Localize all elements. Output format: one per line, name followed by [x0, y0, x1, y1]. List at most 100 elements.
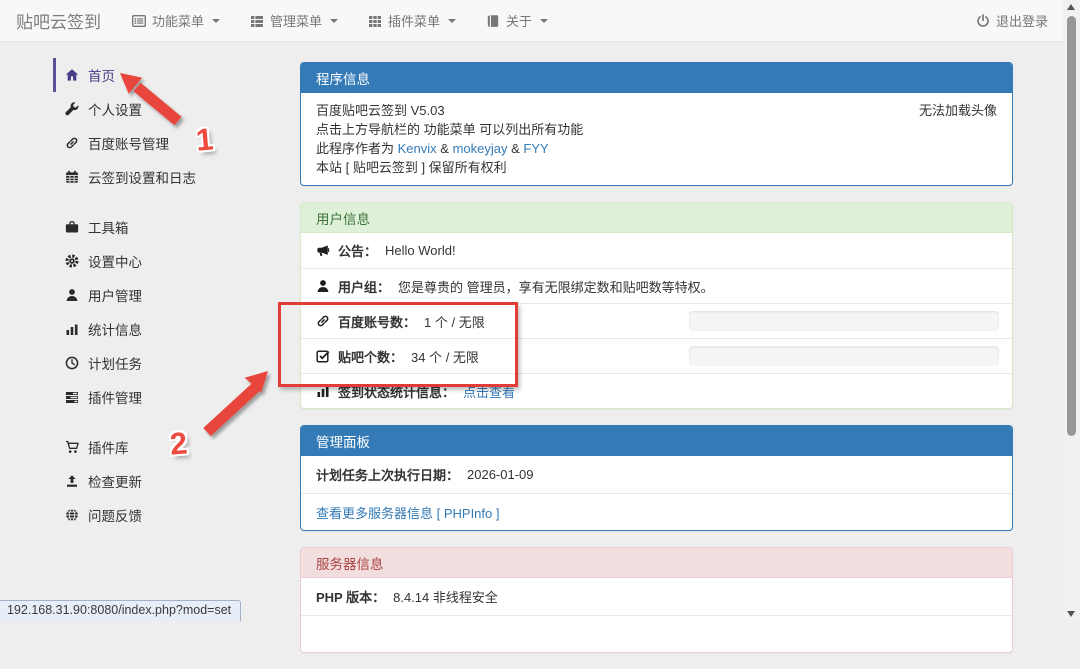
row-label: 公告：: [338, 241, 377, 260]
scrollbar-up-icon[interactable]: [1067, 4, 1075, 10]
sidebar-item-label: 云签到设置和日志: [88, 167, 196, 187]
sidebar-item[interactable]: 用户管理: [53, 278, 288, 312]
caret-down-icon: [212, 19, 220, 23]
sidebar-item-label: 个人设置: [88, 99, 142, 119]
gear-icon: [65, 254, 79, 268]
globe-icon: [65, 508, 79, 522]
scrollbar-down-icon[interactable]: [1067, 611, 1075, 617]
panel-title: 管理面板: [301, 426, 1012, 456]
user-info-row: 用户组： 您是尊贵的 管理员，享有无限绑定数和贴吧数等特权。: [301, 268, 1012, 303]
sidebar-item-label: 首页: [88, 65, 115, 85]
sidebar-item[interactable]: 设置中心: [53, 244, 288, 278]
nav-menus: 功能菜单 管理菜单 插件菜单 关于: [117, 0, 563, 41]
sidebar-item[interactable]: 插件管理: [53, 380, 288, 414]
book-icon: [486, 14, 500, 28]
phpinfo-row: 查看更多服务器信息 [ PHPInfo ]: [301, 493, 1012, 530]
th-icon: [368, 14, 382, 28]
author-link[interactable]: mokeyjay: [453, 141, 508, 156]
panel-title: 程序信息: [301, 63, 1012, 93]
cron-last-run-label: 计划任务上次执行日期：: [316, 465, 459, 484]
sidebar: 首页个人设置百度账号管理云签到设置和日志工具箱设置中心用户管理统计信息计划任务插…: [53, 58, 288, 548]
program-authors-line: 此程序作者为 Kenvix & mokeyjay & FYY: [316, 139, 997, 158]
caret-down-icon: [448, 19, 456, 23]
caret-down-icon: [330, 19, 338, 23]
sidebar-item[interactable]: 百度账号管理: [53, 126, 288, 160]
admin-panel: 管理面板 计划任务上次执行日期： 2026-01-09 查看更多服务器信息 [ …: [300, 425, 1013, 531]
cron-last-run-row: 计划任务上次执行日期： 2026-01-09: [301, 456, 1012, 493]
annotation-step-1: 1: [194, 121, 214, 158]
power-icon: [976, 14, 990, 28]
user-icon: [65, 288, 79, 302]
cart-icon: [65, 440, 79, 454]
annotation-highlight-box: [278, 302, 518, 387]
php-version-label: PHP 版本：: [316, 587, 385, 606]
php-version-row: PHP 版本： 8.4.14 非线程安全: [301, 578, 1012, 615]
upload-icon: [65, 474, 79, 488]
bar-chart-icon: [65, 322, 79, 336]
th-list-icon: [250, 14, 264, 28]
link-icon: [65, 136, 79, 150]
avatar-broken-alt: 无法加载头像: [919, 101, 997, 120]
sidebar-item[interactable]: 计划任务: [53, 346, 288, 380]
php-version-value: 8.4.14 非线程安全: [393, 587, 498, 606]
sidebar-item-label: 检查更新: [88, 471, 142, 491]
scrollbar[interactable]: [1063, 0, 1080, 621]
program-version-line: 百度贴吧云签到 V5.03: [316, 101, 997, 120]
caret-down-icon: [540, 19, 548, 23]
user-icon: [316, 279, 330, 293]
program-info-panel: 程序信息 无法加载头像 百度贴吧云签到 V5.03 点击上方导航栏的 功能菜单 …: [300, 62, 1013, 186]
nav-menu-label: 关于: [506, 11, 532, 30]
row-value: 您是尊贵的 管理员，享有无限绑定数和贴吧数等特权。: [398, 277, 714, 296]
nav-menu-item-1[interactable]: 管理菜单: [235, 0, 353, 41]
sidebar-item[interactable]: 个人设置: [53, 92, 288, 126]
sidebar-group: 首页个人设置百度账号管理云签到设置和日志: [53, 58, 288, 194]
sidebar-item[interactable]: 首页: [53, 58, 288, 92]
sidebar-item[interactable]: 问题反馈: [53, 498, 288, 532]
wrench-icon: [65, 102, 79, 116]
app-brand[interactable]: 贴吧云签到: [0, 8, 117, 33]
nav-menu-item-0[interactable]: 功能菜单: [117, 0, 235, 41]
scrollbar-thumb[interactable]: [1067, 16, 1076, 436]
progress-bar: [689, 346, 999, 366]
server-info-panel: 服务器信息 PHP 版本： 8.4.14 非线程安全: [300, 547, 1013, 653]
sidebar-item-label: 问题反馈: [88, 505, 142, 525]
sidebar-item-label: 统计信息: [88, 319, 142, 339]
panel-title: 用户信息: [301, 203, 1012, 233]
sidebar-group: 工具箱设置中心用户管理统计信息计划任务插件管理: [53, 210, 288, 414]
sidebar-item[interactable]: 工具箱: [53, 210, 288, 244]
sidebar-item[interactable]: 云签到设置和日志: [53, 160, 288, 194]
nav-menu-label: 插件菜单: [388, 11, 440, 30]
author-link[interactable]: FYY: [523, 141, 548, 156]
calendar-icon: [65, 170, 79, 184]
progress-bar: [689, 311, 999, 331]
phpinfo-link[interactable]: 查看更多服务器信息 [ PHPInfo ]: [316, 503, 499, 522]
sidebar-item-label: 插件管理: [88, 387, 142, 407]
nav-menu-item-2[interactable]: 插件菜单: [353, 0, 471, 41]
tasks-icon: [65, 390, 79, 404]
logout-label: 退出登录: [996, 11, 1048, 30]
author-link[interactable]: Kenvix: [398, 141, 437, 156]
list-alt-icon: [132, 14, 146, 28]
annotation-step-2: 2: [168, 425, 188, 462]
sidebar-item-label: 计划任务: [88, 353, 142, 373]
clock-icon: [65, 356, 79, 370]
panel-title: 服务器信息: [301, 548, 1012, 578]
program-copyright-line: 本站 [ 贴吧云签到 ] 保留所有权利: [316, 158, 997, 177]
logout-button[interactable]: 退出登录: [976, 11, 1048, 30]
row-label: 用户组：: [338, 277, 390, 296]
nav-menu-label: 功能菜单: [152, 11, 204, 30]
browser-status-url: 192.168.31.90:8080/index.php?mod=set: [0, 600, 241, 621]
program-info-body: 无法加载头像 百度贴吧云签到 V5.03 点击上方导航栏的 功能菜单 可以列出所…: [301, 93, 1012, 185]
row-value: Hello World!: [385, 243, 456, 258]
sidebar-item-label: 设置中心: [88, 251, 142, 271]
program-hint-line: 点击上方导航栏的 功能菜单 可以列出所有功能: [316, 120, 997, 139]
bullhorn-icon: [316, 244, 330, 258]
nav-menu-label: 管理菜单: [270, 11, 322, 30]
briefcase-icon: [65, 220, 79, 234]
sidebar-item[interactable]: 检查更新: [53, 464, 288, 498]
cron-last-run-date: 2026-01-09: [467, 467, 534, 482]
user-info-row: 公告： Hello World!: [301, 233, 1012, 268]
nav-menu-item-3[interactable]: 关于: [471, 0, 563, 41]
sidebar-item[interactable]: 统计信息: [53, 312, 288, 346]
top-navbar: 贴吧云签到 功能菜单 管理菜单 插件菜单 关于 退出登录: [0, 0, 1080, 42]
